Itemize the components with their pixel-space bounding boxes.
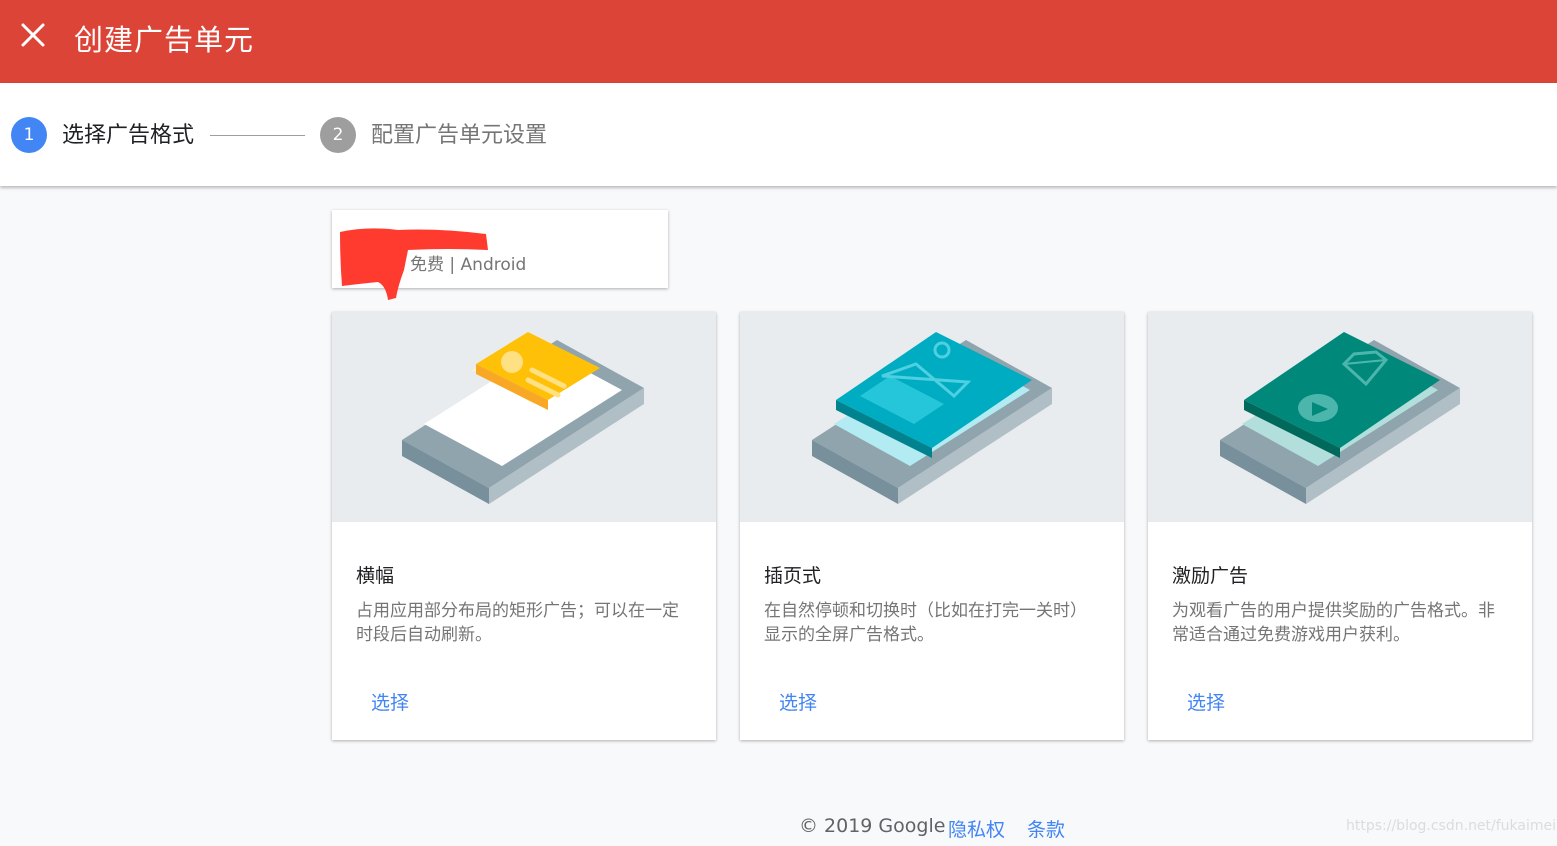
format-title: 激励广告	[1172, 565, 1249, 587]
select-banner-button[interactable]: 选择	[371, 688, 409, 715]
interstitial-illustration	[740, 312, 1124, 522]
copyright-text: © 2019 Google	[799, 815, 946, 837]
select-rewarded-button[interactable]: 选择	[1187, 688, 1225, 715]
format-card-rewarded: 激励广告 为观看广告的用户提供奖励的广告格式。非常适合通过免费游戏用户获利。 选…	[1148, 312, 1532, 740]
format-description: 在自然停顿和切换时（比如在打完一关时）显示的全屏广告格式。	[764, 601, 1087, 645]
stepper: 1 选择广告格式 2 配置广告单元设置	[0, 83, 1557, 186]
top-app-bar: 创建广告单元	[0, 0, 1557, 83]
app-meta: 免费 | Android	[410, 255, 527, 275]
banner-illustration	[332, 312, 716, 522]
format-description: 占用应用部分布局的矩形广告；可以在一定时段后自动刷新。	[356, 601, 679, 645]
format-title: 横幅	[356, 565, 395, 587]
step-1-label: 选择广告格式	[62, 123, 195, 148]
step-2-number: 2	[320, 117, 356, 153]
watermark: https://blog.csdn.net/fukaimei	[1346, 818, 1557, 834]
terms-link[interactable]: 条款	[1027, 815, 1065, 842]
page-title: 创建广告单元	[74, 23, 255, 57]
step-1-number: 1	[11, 117, 47, 153]
format-description: 为观看广告的用户提供奖励的广告格式。非常适合通过免费游戏用户获利。	[1172, 601, 1495, 645]
rewarded-illustration	[1148, 312, 1532, 522]
format-title: 插页式	[764, 565, 822, 587]
format-card-interstitial: 插页式 在自然停顿和切换时（比如在打完一关时）显示的全屏广告格式。 选择	[740, 312, 1124, 740]
close-icon[interactable]	[18, 20, 48, 50]
privacy-link[interactable]: 隐私权	[948, 815, 1005, 842]
select-interstitial-button[interactable]: 选择	[779, 688, 817, 715]
step-2-label: 配置广告单元设置	[371, 123, 548, 148]
step-connector	[210, 135, 305, 136]
format-card-banner: 横幅 占用应用部分布局的矩形广告；可以在一定时段后自动刷新。 选择	[332, 312, 716, 740]
app-summary-card: 免费 | Android	[332, 210, 668, 300]
